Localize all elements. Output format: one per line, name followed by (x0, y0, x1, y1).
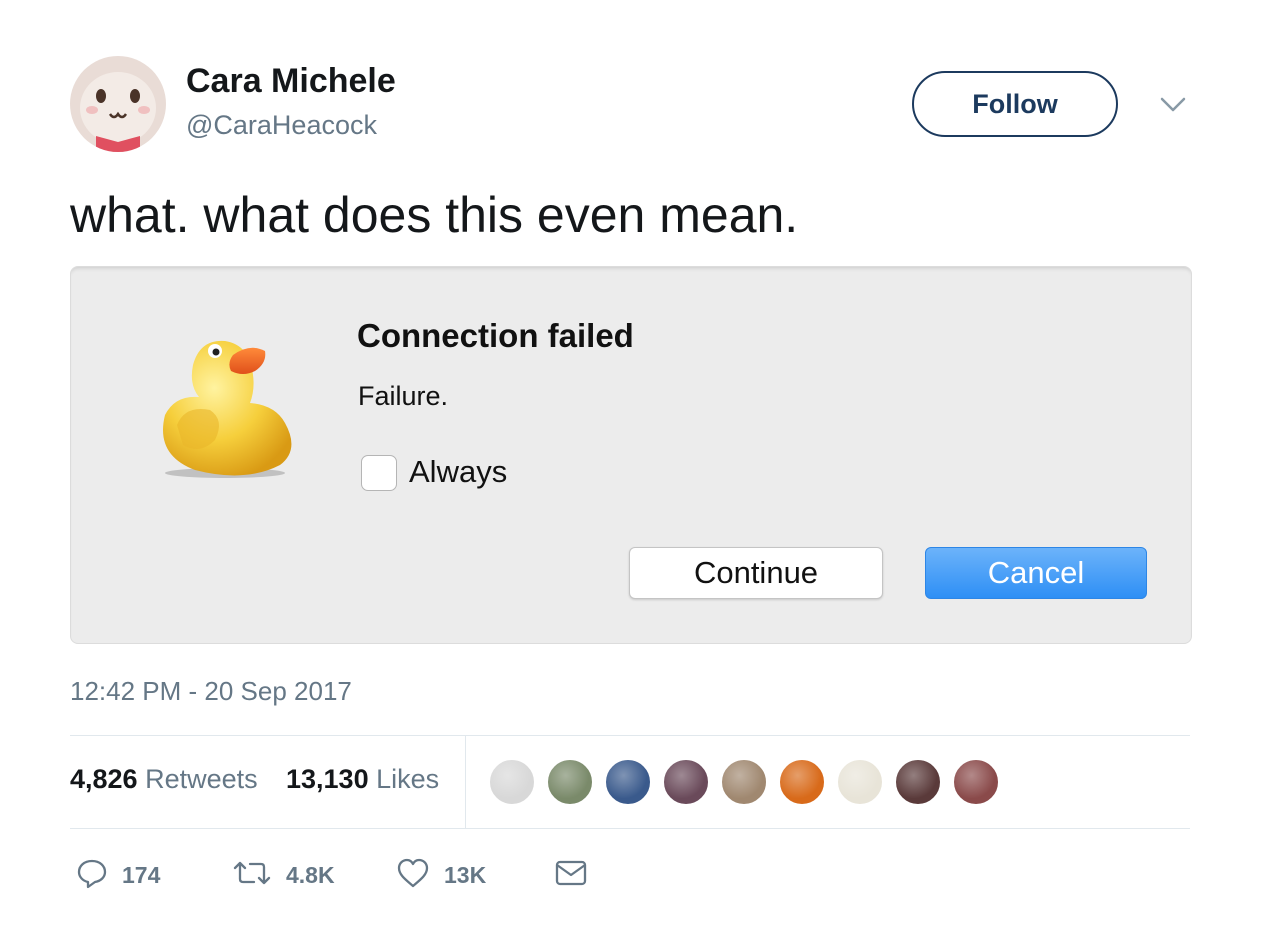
always-checkbox[interactable] (361, 455, 397, 491)
liker-avatar[interactable] (778, 758, 826, 806)
retweet-icon (232, 857, 272, 894)
rubber-duck-icon (155, 305, 305, 480)
continue-button[interactable]: Continue (629, 547, 883, 599)
envelope-icon (554, 857, 588, 894)
like-action[interactable]: 13K (396, 858, 486, 892)
liker-avatar[interactable] (836, 758, 884, 806)
retweets-label: Retweets (145, 764, 258, 794)
display-name[interactable]: Cara Michele (186, 62, 396, 101)
retweets-stat[interactable]: 4,826 Retweets (70, 764, 258, 795)
retweet-count: 4.8K (286, 861, 335, 888)
reply-action[interactable]: 174 (76, 858, 160, 892)
dialog-title: Connection failed (357, 317, 634, 354)
tweet-text: what. what does this even mean. (70, 187, 799, 243)
divider (465, 736, 466, 828)
likes-stat[interactable]: 13,130 Likes (286, 764, 439, 795)
liker-avatar[interactable] (894, 758, 942, 806)
likes-label: Likes (376, 764, 440, 794)
divider (70, 828, 1190, 829)
heart-icon (396, 857, 430, 894)
liker-avatar[interactable] (546, 758, 594, 806)
reply-count: 174 (122, 861, 161, 888)
tweet-media-dialog[interactable]: Connection failed Failure. Always Contin… (70, 266, 1192, 644)
tweet-timestamp[interactable]: 12:42 PM - 20 Sep 2017 (70, 676, 352, 707)
liker-avatar[interactable] (604, 758, 652, 806)
likes-count: 13,130 (286, 764, 369, 794)
direct-message-action[interactable] (554, 858, 588, 892)
handle[interactable]: @CaraHeacock (186, 110, 377, 141)
dialog-message: Failure. (358, 381, 449, 411)
avatar[interactable] (70, 56, 166, 152)
retweet-action[interactable]: 4.8K (232, 858, 335, 892)
retweets-count: 4,826 (70, 764, 138, 794)
reply-icon (76, 857, 108, 894)
liker-avatar[interactable] (952, 758, 1000, 806)
like-count: 13K (444, 861, 487, 888)
follow-button[interactable]: Follow (912, 71, 1118, 137)
liker-avatar[interactable] (662, 758, 710, 806)
liker-avatar[interactable] (720, 758, 768, 806)
always-checkbox-label[interactable]: Always (409, 454, 507, 490)
liker-avatar[interactable] (488, 758, 536, 806)
cancel-button[interactable]: Cancel (925, 547, 1147, 599)
chevron-down-icon[interactable] (1158, 94, 1188, 116)
divider (70, 735, 1190, 736)
